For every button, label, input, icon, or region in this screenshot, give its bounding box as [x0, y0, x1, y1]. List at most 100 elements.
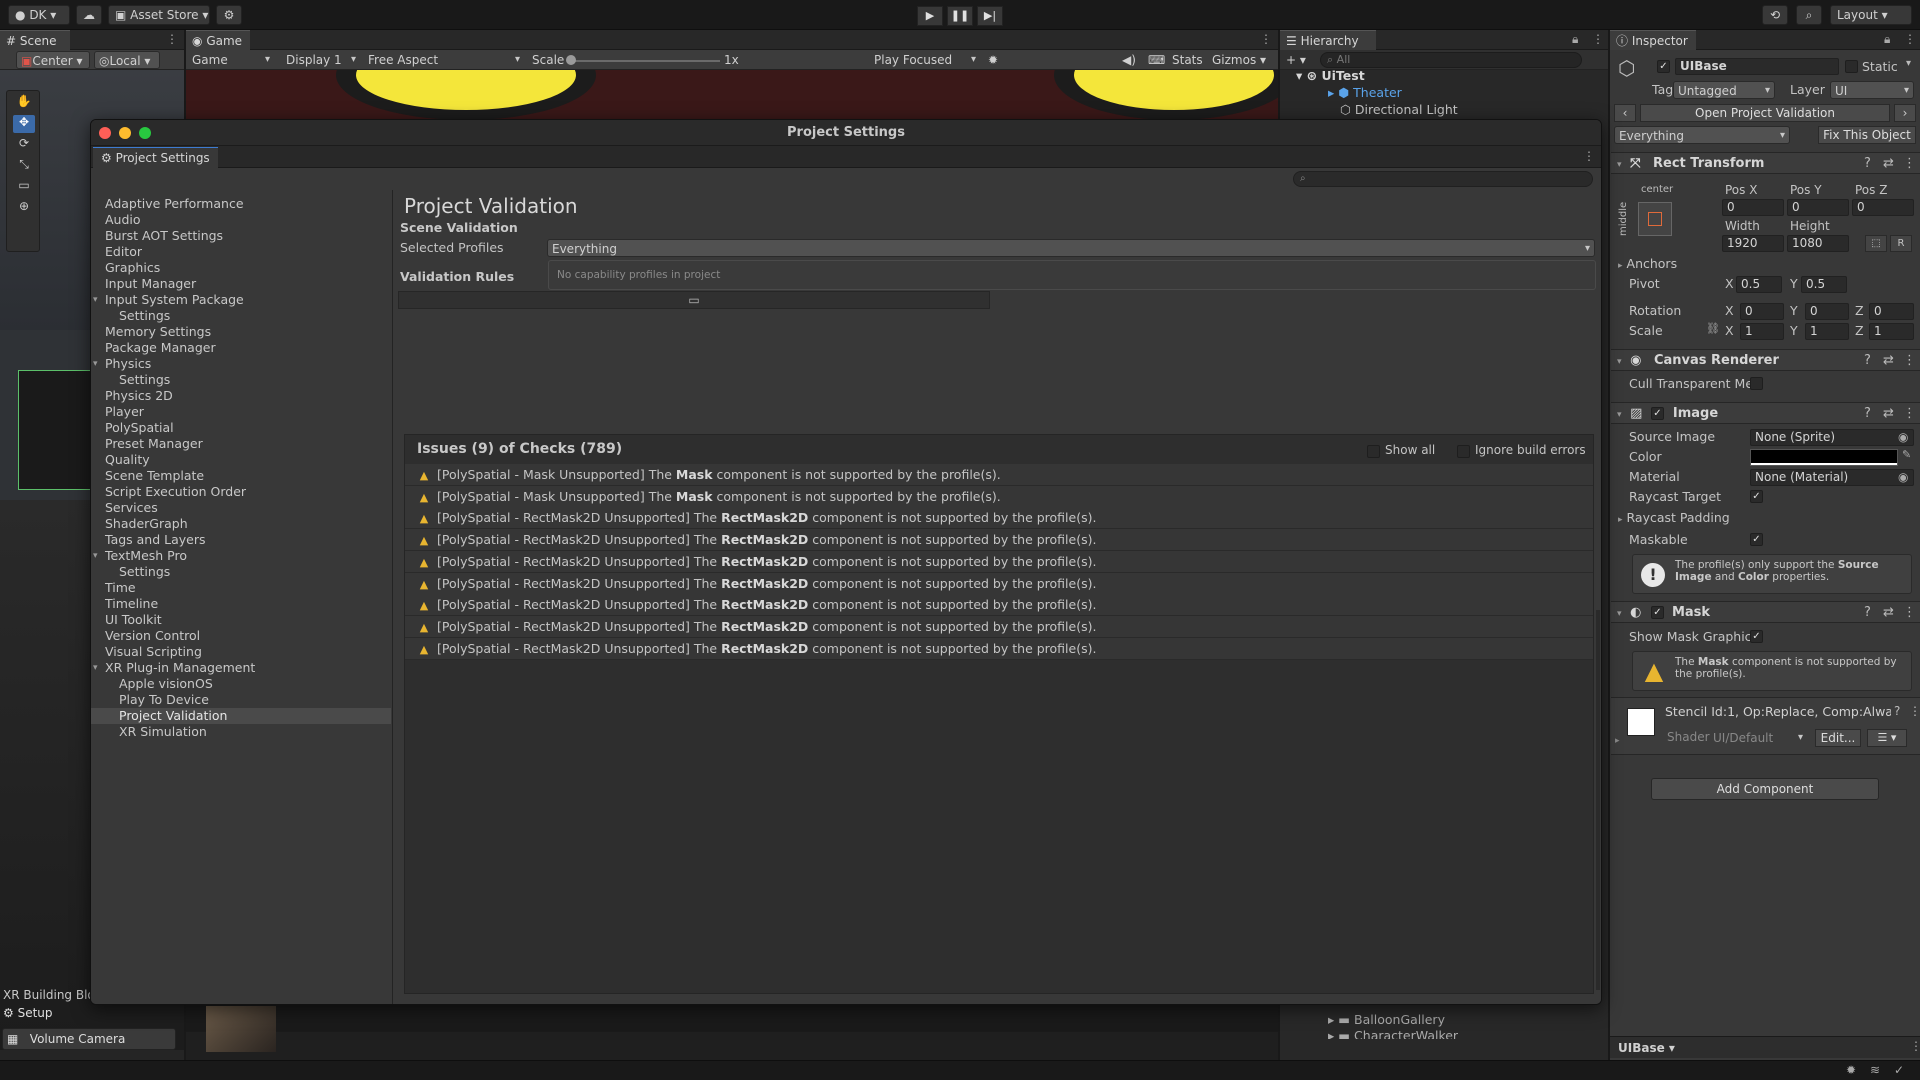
- height-field[interactable]: 1080: [1787, 235, 1849, 252]
- material-preview[interactable]: [1627, 708, 1655, 736]
- help-icon[interactable]: ?: [1864, 602, 1871, 624]
- component-menu-icon[interactable]: ⋮: [1903, 350, 1916, 372]
- material-field[interactable]: None (Material) ◉: [1750, 469, 1914, 486]
- layout-dropdown[interactable]: Layout ▾: [1830, 5, 1912, 25]
- gizmos-dropdown[interactable]: Gizmos ▾: [1208, 51, 1274, 69]
- volume-camera-item[interactable]: ▦ Volume Camera: [2, 1028, 176, 1050]
- active-checkbox[interactable]: ✓: [1657, 60, 1670, 73]
- cloud-button[interactable]: ☁: [76, 5, 102, 25]
- game-menu-icon[interactable]: ⋮: [1260, 32, 1272, 46]
- validation-rules-dropdown[interactable]: No capability profiles in project: [548, 260, 1596, 290]
- nav-item[interactable]: Script Execution Order: [91, 484, 391, 500]
- foldout-icon[interactable]: ▾: [93, 292, 103, 308]
- platform-tab[interactable]: ▭: [398, 291, 990, 309]
- rotation-x-field[interactable]: 0: [1740, 303, 1784, 320]
- tab-game[interactable]: ◉ Game: [186, 30, 250, 50]
- help-icon[interactable]: ?: [1864, 153, 1871, 175]
- object-picker-icon[interactable]: ◉: [1898, 470, 1908, 485]
- footer-object-selector[interactable]: UIBase ▾: [1614, 1039, 1679, 1057]
- display-dropdown[interactable]: Display 1: [282, 51, 360, 69]
- issue-row[interactable]: ▲ [PolySpatial - RectMask2D Unsupported] …: [405, 572, 1593, 595]
- inspector-menu-icon[interactable]: ⋮: [1904, 32, 1916, 46]
- object-name-field[interactable]: UIBase: [1675, 58, 1839, 75]
- component-menu-icon[interactable]: ⋮: [1903, 153, 1916, 175]
- show-mask-graphic-checkbox[interactable]: ✓: [1750, 630, 1763, 643]
- ignore-build-errors-checkbox[interactable]: [1457, 445, 1470, 458]
- nav-item[interactable]: Player: [91, 404, 391, 420]
- hierarchy-item-walker[interactable]: ▸ ▬ CharacterWalker: [1328, 1027, 1458, 1039]
- scene-menu-icon[interactable]: ⋮: [166, 32, 178, 46]
- nav-item[interactable]: Preset Manager: [91, 436, 391, 452]
- scale-slider-thumb[interactable]: [566, 55, 576, 65]
- nav-item[interactable]: ▾ Input System Package: [91, 292, 391, 308]
- raw-edit-button[interactable]: R: [1890, 235, 1912, 252]
- aspect-dropdown[interactable]: Free Aspect: [364, 51, 524, 69]
- issue-row[interactable]: ▲ [PolySpatial - RectMask2D Unsupported] …: [405, 594, 1593, 617]
- nav-item[interactable]: PolySpatial: [91, 420, 391, 436]
- source-image-field[interactable]: None (Sprite) ◉: [1750, 429, 1914, 446]
- hierarchy-search-input[interactable]: ⌕ All: [1320, 52, 1582, 68]
- tab-project-settings[interactable]: ⚙ Project Settings: [93, 147, 218, 168]
- pivot-x-field[interactable]: 0.5: [1736, 276, 1782, 293]
- rotate-tool-icon[interactable]: ⟳: [13, 136, 35, 154]
- nav-item[interactable]: Settings: [91, 564, 391, 580]
- hierarchy-item-theater[interactable]: ▸ ⬢ Theater: [1328, 84, 1402, 102]
- color-swatch[interactable]: [1750, 449, 1898, 466]
- nav-item[interactable]: XR Simulation: [91, 724, 391, 740]
- anchors-foldout[interactable]: ▸ Anchors: [1618, 255, 1677, 273]
- tab-scene[interactable]: # Scene: [0, 30, 70, 50]
- settings-search-input[interactable]: ⌕: [1293, 171, 1593, 187]
- help-icon[interactable]: ?: [1864, 403, 1871, 425]
- content-scrollbar[interactable]: [1596, 610, 1600, 990]
- lock-icon[interactable]: 🔒︎: [1572, 32, 1578, 47]
- previous-issue-button[interactable]: ‹: [1614, 104, 1636, 122]
- profiles-dropdown[interactable]: Everything: [1614, 126, 1790, 145]
- project-settings-titlebar[interactable]: Project Settings: [91, 120, 1601, 146]
- foldout-icon[interactable]: ▾: [93, 548, 103, 564]
- preset-icon[interactable]: ⇄: [1883, 153, 1894, 175]
- blueprint-mode-button[interactable]: ⬚: [1865, 235, 1887, 252]
- hierarchy-menu-icon[interactable]: ⋮: [1592, 32, 1604, 46]
- open-project-validation-button[interactable]: Open Project Validation: [1640, 104, 1890, 122]
- rotation-z-field[interactable]: 0: [1869, 303, 1914, 320]
- debug-icon[interactable]: ✹: [1846, 1063, 1856, 1077]
- nav-item[interactable]: Package Manager: [91, 340, 391, 356]
- setup-row[interactable]: ⚙ Setup: [0, 1006, 184, 1024]
- play-button[interactable]: ▶: [917, 6, 943, 26]
- nav-item[interactable]: Scene Template: [91, 468, 391, 484]
- pause-button[interactable]: ❚❚: [947, 6, 973, 26]
- nav-item[interactable]: Adaptive Performance: [91, 196, 391, 212]
- preset-icon[interactable]: ⇄: [1883, 403, 1894, 425]
- issue-row[interactable]: ▲ [PolySpatial - RectMask2D Unsupported] …: [405, 615, 1593, 638]
- account-dropdown[interactable]: ● DK ▾: [8, 5, 70, 25]
- component-menu-icon[interactable]: ⋮: [1903, 403, 1916, 425]
- maximize-window-button[interactable]: [139, 127, 151, 139]
- scale-y-field[interactable]: 1: [1805, 323, 1849, 340]
- nav-item[interactable]: Settings: [91, 372, 391, 388]
- pivot-local-dropdown[interactable]: ◎Local ▾: [94, 51, 160, 69]
- foldout-right-icon[interactable]: ▸: [1615, 736, 1620, 746]
- object-picker-icon[interactable]: ◉: [1898, 430, 1908, 445]
- posx-field[interactable]: 0: [1722, 199, 1784, 216]
- layers-icon[interactable]: ≋: [1870, 1063, 1880, 1077]
- nav-item[interactable]: Project Validation: [91, 708, 391, 724]
- rect-tool-icon[interactable]: ▭: [13, 178, 35, 196]
- tab-inspector[interactable]: ⓘ Inspector: [1610, 30, 1696, 50]
- check-circle-icon[interactable]: ✓: [1894, 1063, 1904, 1077]
- nav-item[interactable]: ShaderGraph: [91, 516, 391, 532]
- preset-icon[interactable]: ⇄: [1883, 350, 1894, 372]
- scale-z-field[interactable]: 1: [1869, 323, 1914, 340]
- lock-icon[interactable]: 🔒︎: [1884, 32, 1890, 47]
- posy-field[interactable]: 0: [1787, 199, 1849, 216]
- tag-dropdown[interactable]: Untagged: [1673, 81, 1775, 100]
- step-button[interactable]: ▶|: [977, 6, 1003, 26]
- add-component-button[interactable]: Add Component: [1651, 778, 1879, 800]
- settings-button[interactable]: ⚙: [216, 5, 242, 25]
- shader-dropdown[interactable]: UI/Default: [1709, 729, 1807, 747]
- link-scale-icon[interactable]: ⛓: [1706, 322, 1720, 335]
- pivot-y-field[interactable]: 0.5: [1801, 276, 1847, 293]
- nav-item[interactable]: Memory Settings: [91, 324, 391, 340]
- cull-transparent-checkbox[interactable]: [1750, 377, 1763, 390]
- scale-tool-icon[interactable]: ⤡: [13, 157, 35, 175]
- nav-item[interactable]: Audio: [91, 212, 391, 228]
